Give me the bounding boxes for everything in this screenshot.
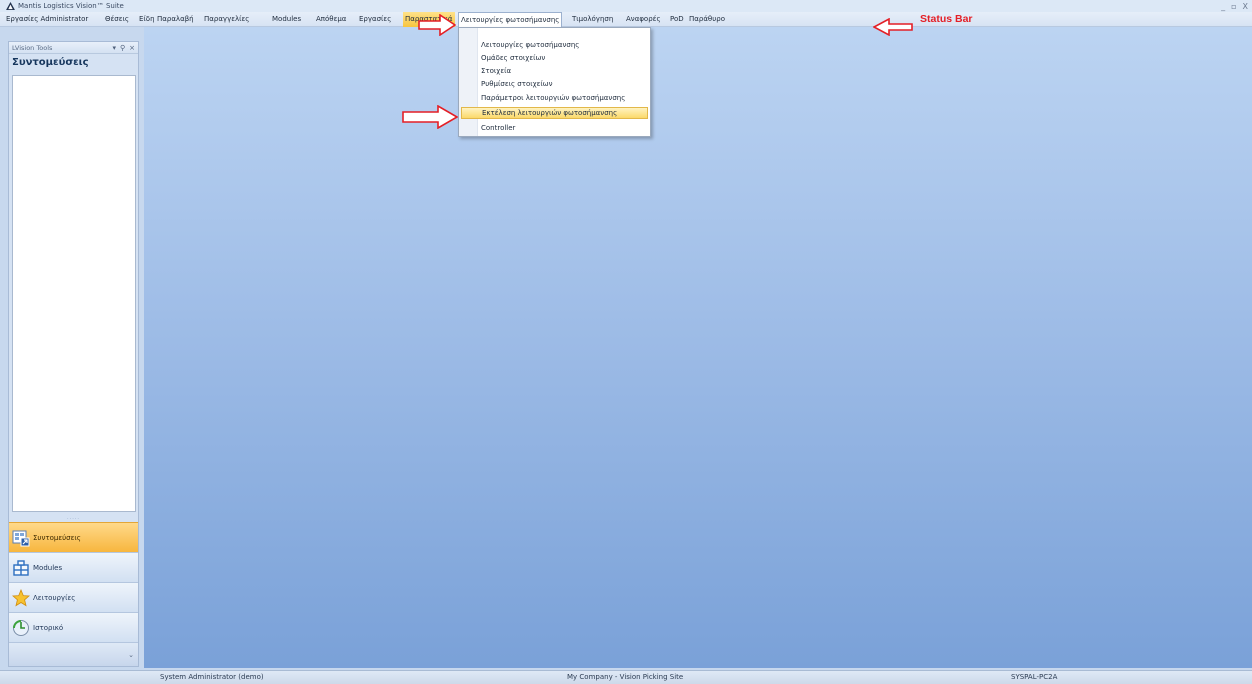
menu-reports[interactable]: Αναφορές [624, 12, 663, 27]
panel-title: LVision Tools [12, 44, 53, 52]
menu-administrator-tasks[interactable]: Εργασίες Administrator [4, 12, 90, 27]
menu-modules[interactable]: Modules [270, 12, 303, 27]
panel-splitter[interactable]: ····· [9, 515, 138, 522]
menu-bar: Εργασίες Administrator Θέσεις Είδη Παραλ… [0, 12, 1252, 28]
shortcuts-list[interactable] [12, 75, 136, 512]
close-button[interactable]: X [1243, 2, 1248, 11]
shortcuts-icon [12, 529, 30, 547]
dropdown-item-elements[interactable]: Στοιχεία [461, 65, 648, 77]
menu-light-functions[interactable]: Λειτουργίες φωτοσήμανσης [458, 12, 563, 28]
dropdown-item-execute-functions[interactable]: Εκτέλεση λειτουργιών φωτοσήμανσης [461, 107, 648, 119]
status-bar: System Administrator (demo) My Company -… [0, 670, 1252, 684]
panel-close-icon[interactable]: × [129, 42, 135, 54]
panel-footer: ⌄ [9, 642, 138, 666]
dropdown-item-item-groups[interactable]: Ομάδες στοιχείων [461, 52, 648, 64]
menu-invoicing[interactable]: Τιμολόγηση [570, 12, 615, 27]
nav-label-functions: Λειτουργίες [33, 593, 76, 602]
nav-button-modules[interactable]: Modules [9, 552, 138, 582]
panel-header: LVision Tools ▾ ⚲ × [9, 42, 138, 54]
menu-tasks[interactable]: Εργασίες [357, 12, 393, 27]
window-title: Mantis Logistics Vision™ Suite [18, 2, 124, 10]
restore-button[interactable]: ▫ [1231, 2, 1236, 11]
menu-locations[interactable]: Θέσεις [103, 12, 131, 27]
annotation-arrow-right-icon [418, 14, 456, 36]
main-workspace [144, 27, 1252, 668]
light-functions-dropdown: Λειτουργίες φωτοσήμανσης Ομάδες στοιχείω… [458, 27, 651, 137]
nav-button-shortcuts[interactable]: Συντομεύσεις [9, 522, 138, 552]
dropdown-item-element-settings[interactable]: Ρυθμίσεις στοιχείων [461, 78, 648, 90]
status-machine: SYSPAL-PC2A [1011, 673, 1058, 681]
menu-pod[interactable]: PoD [668, 12, 686, 27]
status-bar-annotation-label: Status Bar [920, 13, 973, 25]
window-controls: _ ▫ X [1221, 0, 1248, 12]
menu-stock[interactable]: Απόθεμα [314, 12, 348, 27]
modules-icon [12, 559, 30, 577]
nav-label-history: Ιστορικό [33, 623, 64, 632]
menu-items[interactable]: Είδη [137, 12, 157, 27]
app-logo-icon [6, 2, 15, 10]
nav-label-modules: Modules [33, 563, 63, 572]
title-bar: Mantis Logistics Vision™ Suite _ ▫ X [0, 0, 1252, 12]
dropdown-item-function-parameters[interactable]: Παράμετροι λειτουργιών φωτοσήμανσης [461, 92, 648, 104]
chevron-down-icon[interactable]: ⌄ [128, 651, 134, 659]
status-site: My Company - Vision Picking Site [567, 673, 684, 681]
panel-section-title: Συντομεύσεις [12, 57, 89, 68]
annotation-arrow-left-icon [873, 18, 913, 36]
nav-label-shortcuts: Συντομεύσεις [33, 533, 81, 542]
nav-button-history[interactable]: Ιστορικό [9, 612, 138, 642]
history-icon [12, 619, 30, 637]
annotation-arrow-right-icon [402, 105, 458, 129]
nav-button-functions[interactable]: Λειτουργίες [9, 582, 138, 612]
star-icon [12, 588, 30, 607]
minimize-button[interactable]: _ [1221, 2, 1225, 11]
menu-window[interactable]: Παράθυρο [687, 12, 727, 27]
dropdown-item-controller[interactable]: Controller [461, 122, 648, 134]
lvision-tools-panel: LVision Tools ▾ ⚲ × Συντομεύσεις ····· Σ… [8, 41, 139, 667]
panel-pin-icon[interactable]: ⚲ [120, 42, 125, 54]
status-user: System Administrator (demo) [160, 673, 264, 681]
dropdown-item-light-functions[interactable]: Λειτουργίες φωτοσήμανσης [461, 39, 648, 51]
panel-dropdown-icon[interactable]: ▾ [112, 42, 116, 54]
menu-receiving[interactable]: Παραλαβή [155, 12, 196, 27]
menu-orders[interactable]: Παραγγελίες [202, 12, 251, 27]
panel-header-controls: ▾ ⚲ × [112, 42, 135, 54]
